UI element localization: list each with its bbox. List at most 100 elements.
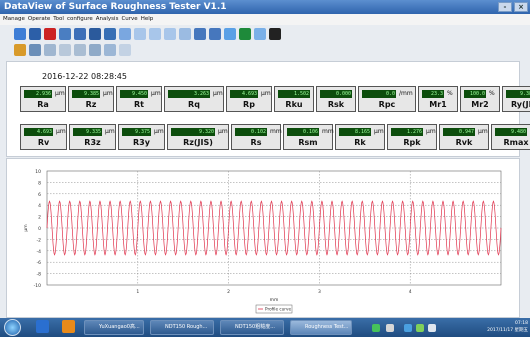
- param-value: 0.000: [320, 90, 352, 98]
- marker-icon[interactable]: [209, 28, 221, 40]
- database-icon[interactable]: [239, 28, 251, 40]
- param-value: 4.693: [230, 90, 258, 98]
- taskbar-app-rough-cn[interactable]: NDT150粗糙度...: [220, 320, 284, 335]
- param-value: 0.102: [235, 128, 267, 136]
- zoom-icon[interactable]: [119, 28, 131, 40]
- y-tick-label: 4: [38, 203, 41, 209]
- ie-icon[interactable]: [36, 320, 49, 333]
- param-box-rku: 1.502 Rku: [274, 86, 314, 112]
- layout-icon[interactable]: [89, 44, 101, 56]
- network-icon[interactable]: [416, 324, 424, 332]
- param-label: Rpk: [403, 138, 421, 147]
- save-icon[interactable]: [29, 28, 41, 40]
- menu-bar: Manage Operate Tool configure Analysis C…: [0, 14, 530, 25]
- taskbar-app-rough[interactable]: NDT150 Rough...: [150, 320, 214, 335]
- search-icon[interactable]: [224, 28, 236, 40]
- filter-icon[interactable]: [59, 44, 71, 56]
- tray-icon-1[interactable]: [372, 324, 380, 332]
- y-tick-label: 8: [38, 180, 41, 186]
- param-value: 1.276: [391, 128, 423, 136]
- y-tick-label: -8: [37, 272, 42, 278]
- window-title: DataView of Surface Roughness Tester V1.…: [4, 2, 227, 12]
- y-tick-label: 0: [38, 226, 41, 232]
- param-value: 0.947: [443, 128, 475, 136]
- param-unit: μm: [56, 128, 66, 135]
- param-label: Rsk: [327, 100, 345, 109]
- param-unit: /mm: [399, 90, 413, 97]
- curve-ra-icon[interactable]: [134, 28, 146, 40]
- tray-icon-2[interactable]: [386, 324, 394, 332]
- x-tick-label: 1: [136, 289, 139, 295]
- taskbar-app-folder[interactable]: YuXuangao0高...: [84, 320, 144, 335]
- document-icon[interactable]: [59, 28, 71, 40]
- param-value: 2.936: [24, 90, 52, 98]
- open-icon[interactable]: [14, 44, 26, 56]
- param-label: Rz: [85, 100, 97, 109]
- param-label: Rt: [134, 100, 144, 109]
- screen-icon[interactable]: [269, 28, 281, 40]
- param-unit: μm: [55, 90, 65, 97]
- start-button[interactable]: [4, 319, 21, 336]
- menu-manage[interactable]: Manage: [3, 14, 25, 25]
- taskbar-clock[interactable]: 07:18 2017/11/17 星期五: [487, 320, 528, 334]
- taskbar-app-roughness-tester[interactable]: Roughness Test...: [290, 320, 352, 335]
- param-box-rpc: 0.0/mm Rpc: [358, 86, 416, 112]
- curve-sm-icon[interactable]: [164, 28, 176, 40]
- menu-curve[interactable]: Curve: [121, 14, 137, 25]
- param-box-rv: 4.693 μm Rv: [20, 124, 67, 150]
- param-value: 0.0: [362, 90, 396, 98]
- param-value: 0.106: [287, 128, 319, 136]
- param-box-rsk: 0.000 Rsk: [316, 86, 356, 112]
- secondary-toolbar: [0, 42, 530, 58]
- param-box-rt: 9.450 μm Rt: [116, 86, 162, 112]
- curve-rz-icon[interactable]: [149, 28, 161, 40]
- menu-analysis[interactable]: Analysis: [96, 14, 119, 25]
- new-file-icon[interactable]: [14, 28, 26, 40]
- menu-tool[interactable]: Tool: [53, 14, 64, 25]
- menu-operate[interactable]: Operate: [28, 14, 50, 25]
- param-label: Rv: [37, 138, 50, 147]
- edit-icon[interactable]: [104, 44, 116, 56]
- browser-icon[interactable]: [62, 320, 75, 333]
- minimize-button[interactable]: -: [498, 2, 512, 12]
- print-icon[interactable]: [74, 28, 86, 40]
- curve-tp-icon[interactable]: [179, 28, 191, 40]
- stop-icon[interactable]: [44, 28, 56, 40]
- menu-configure[interactable]: configure: [67, 14, 93, 25]
- param-label: R3z: [84, 138, 101, 147]
- split-icon[interactable]: [74, 44, 86, 56]
- crosshair-icon[interactable]: [194, 28, 206, 40]
- param-label: Rvk: [455, 138, 473, 147]
- param-value: 9.480: [495, 128, 527, 136]
- param-unit: μm: [103, 90, 113, 97]
- menu-help[interactable]: Help: [141, 14, 154, 25]
- close-button[interactable]: ×: [514, 2, 528, 12]
- undo-icon[interactable]: [119, 44, 131, 56]
- main-toolbar: [0, 26, 530, 42]
- param-label: Rz(JIS): [183, 138, 213, 147]
- app-window: DataView of Surface Roughness Tester V1.…: [0, 0, 530, 337]
- play-icon[interactable]: [29, 44, 41, 56]
- param-box-rk: 8.165 μm Rk: [335, 124, 385, 150]
- param-value: 9.385: [72, 90, 100, 98]
- param-unit: mm: [322, 128, 334, 135]
- x-tick-label: 2: [227, 289, 230, 295]
- preview-icon[interactable]: [104, 28, 116, 40]
- tray-icon-3[interactable]: [404, 324, 412, 332]
- param-label: Ry(JIS): [510, 100, 530, 109]
- y-tick-label: 6: [38, 192, 41, 198]
- param-label: R3y: [133, 138, 150, 147]
- volume-icon[interactable]: [428, 324, 436, 332]
- param-box-ry-jis: 9.385μmRy(JIS): [502, 86, 530, 112]
- param-unit: %: [447, 90, 453, 97]
- param-label: Rku: [285, 100, 303, 109]
- param-label: Rq: [188, 100, 200, 109]
- measurement-datetime: 2016-12-22 08:28:45: [42, 72, 127, 81]
- table-icon[interactable]: [89, 28, 101, 40]
- chart-icon[interactable]: [254, 28, 266, 40]
- param-box-r3y: 9.375 μm R3y: [118, 124, 165, 150]
- windows-taskbar: YuXuangao0高... NDT150 Rough... NDT150粗糙度…: [0, 318, 530, 337]
- param-box-mr1: 23.3% Mr1: [418, 86, 458, 112]
- param-value: 9.320: [171, 128, 215, 136]
- bars-icon[interactable]: [44, 44, 56, 56]
